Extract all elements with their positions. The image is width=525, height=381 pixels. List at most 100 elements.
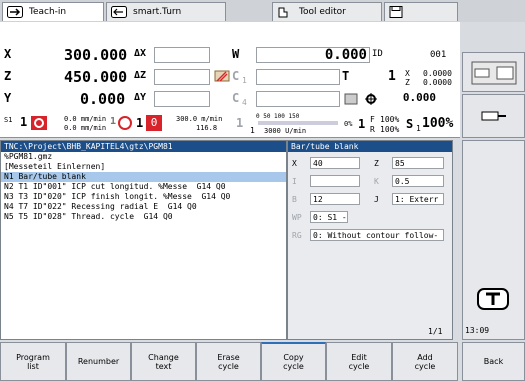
form-wp-label: WP — [292, 213, 302, 222]
w-field: 0.000 — [256, 47, 370, 63]
form-b-input[interactable]: 12 — [310, 193, 360, 205]
program-line[interactable]: N5 T5 ID"028" Thread. cycle G14 Q0 — [1, 212, 286, 222]
feed-override-label: F — [370, 115, 375, 124]
w-axis-label: W — [232, 47, 240, 61]
speed-zero-badge: 0 — [146, 115, 162, 131]
add-cycle-button[interactable]: Add cycle — [392, 342, 458, 381]
status-row-feed: S1 1 0.0 mm/min 0.0 mm/min 1 1 0 300.0 m… — [0, 112, 460, 138]
side-softkey-machine-view[interactable] — [462, 52, 525, 92]
z-position: 450.000 — [64, 68, 128, 86]
form-j-label: J — [374, 195, 379, 204]
tool-z-value: 0.0000 — [423, 78, 452, 87]
gauge-percent: 0% — [344, 120, 353, 128]
program-line-selected[interactable]: N1 Bar/tube blank — [1, 172, 286, 182]
override-tool-number: 1 — [358, 117, 366, 131]
tab-save[interactable] — [384, 2, 458, 21]
turning-mode-icon[interactable] — [477, 288, 509, 313]
form-rg-label: RG — [292, 231, 302, 240]
form-x-label: X — [292, 159, 297, 168]
tool-editor-icon — [277, 6, 293, 18]
program-line[interactable]: N2 T1 ID"001" ICP cut longitud. %Messe G… — [1, 182, 286, 192]
id-value: 001 — [430, 50, 447, 60]
s1-prefix: S1 — [4, 116, 13, 124]
form-b-label: B — [292, 195, 297, 204]
tab-tool-editor-label: Tool editor — [299, 7, 346, 17]
c4-field — [256, 91, 340, 107]
x-delta-label: ΔX — [134, 48, 147, 59]
gauge-ticks: 0 50 100 150 — [256, 113, 300, 120]
side-softkey-tool[interactable] — [462, 94, 525, 138]
mode-tabs: Teach-in smart.Turn Tool editor — [0, 0, 525, 22]
program-line[interactable]: %PGM81.gmz — [1, 152, 286, 162]
form-i-input[interactable] — [310, 175, 360, 187]
s-big-label: 1 — [236, 116, 244, 130]
speed-number: 1 — [136, 116, 144, 130]
x-axis-label: X — [4, 47, 12, 61]
form-k-input[interactable]: 0.5 — [392, 175, 444, 187]
id-label: ID — [372, 49, 383, 59]
feed-number: 1 — [110, 116, 117, 127]
tab-teach-in[interactable]: Teach-in — [2, 2, 104, 21]
x-position: 300.000 — [64, 46, 128, 64]
machine-status-display: X 300.000 ΔX W 0.000 ID 001 Z 450.000 ΔZ… — [0, 22, 460, 138]
form-rg-select[interactable]: 0: Without contour follow- — [310, 229, 444, 241]
feed-actual: 0.0 mm/min — [64, 115, 107, 123]
save-icon — [389, 6, 405, 18]
form-z-input[interactable]: 85 — [392, 157, 444, 169]
program-line[interactable]: N4 T7 ID"022" Recessing radial E G14 Q0 — [1, 202, 286, 212]
warning-icon — [214, 69, 230, 86]
tool-label: T — [342, 69, 350, 83]
tool-x-value: 0.0000 — [423, 69, 452, 78]
spindle-position-field: 0.000 — [380, 91, 440, 107]
y-position: 0.000 — [80, 90, 126, 108]
spindle-position: 0.000 — [402, 91, 436, 104]
erase-cycle-button[interactable]: Erase cycle — [196, 342, 261, 381]
feed-override-pct: 100% — [380, 115, 400, 124]
copy-cycle-button[interactable]: Copy cycle — [261, 342, 326, 381]
stop-icon — [30, 115, 48, 134]
rapid-override-label: R — [370, 125, 375, 134]
status-row-x: X 300.000 ΔX W 0.000 ID 001 — [0, 44, 460, 66]
clock: 13:09 — [465, 326, 490, 335]
spindle-override-sub: 1 — [416, 124, 421, 133]
form-x-input[interactable]: 40 — [310, 157, 360, 169]
c1-axis-sub: 1 — [242, 76, 247, 85]
spindle-load-gauge — [258, 121, 338, 125]
side-softkey-column: 13:09 — [462, 140, 525, 340]
program-panel: TNC:\Project\BHB_KAPITEL4\gtz\PGM81 %PGM… — [0, 140, 287, 340]
edit-cycle-button[interactable]: Edit cycle — [326, 342, 392, 381]
renumber-button[interactable]: Renumber — [66, 342, 131, 381]
form-j-select[interactable]: 1: Exterr — [392, 193, 444, 205]
z-delta-field — [154, 69, 210, 85]
x-delta-field — [154, 47, 210, 63]
y-axis-label: Y — [4, 91, 12, 105]
form-wp-select[interactable]: 0: S1 - — [310, 211, 348, 223]
teach-in-icon — [7, 6, 23, 18]
c1-field — [256, 69, 340, 85]
program-line[interactable]: N3 T3 ID"020" ICP finish longit. %Messe … — [1, 192, 286, 202]
tab-smart-turn[interactable]: smart.Turn — [106, 2, 226, 21]
cycle-form: Bar/tube blank X 40 Z 85 I K 0.5 B 12 J … — [287, 140, 453, 340]
tab-smart-turn-label: smart.Turn — [133, 7, 182, 17]
smart-turn-icon — [111, 6, 127, 18]
program-list-button[interactable]: Program list — [0, 342, 66, 381]
back-button[interactable]: Back — [462, 342, 525, 381]
s1-number: 1 — [20, 115, 28, 129]
status-row-z: Z 450.000 ΔZ C 1 T 1 X 0.0000 Z 0.0000 — [0, 66, 460, 88]
c4-axis-label: C — [232, 91, 240, 105]
program-line[interactable]: [Messeteil Einlernen] — [1, 162, 286, 172]
spindle-override-pct: 100% — [422, 116, 454, 131]
form-z-label: Z — [374, 159, 379, 168]
form-k-label: K — [374, 177, 379, 186]
form-i-label: I — [292, 177, 297, 186]
w-position: 0.000 — [324, 47, 367, 63]
tool-number: 1 — [388, 69, 396, 84]
y-delta-field — [154, 91, 210, 107]
tab-tool-editor[interactable]: Tool editor — [272, 2, 382, 21]
speed-actual: 300.0 m/min — [176, 115, 223, 123]
program-path: TNC:\Project\BHB_KAPITEL4\gtz\PGM81 — [1, 141, 286, 152]
change-text-button[interactable]: Change text — [131, 342, 196, 381]
spindle-override-label: S — [406, 117, 414, 131]
z-axis-label: Z — [4, 69, 12, 83]
spindle-lock-icon — [344, 91, 378, 110]
